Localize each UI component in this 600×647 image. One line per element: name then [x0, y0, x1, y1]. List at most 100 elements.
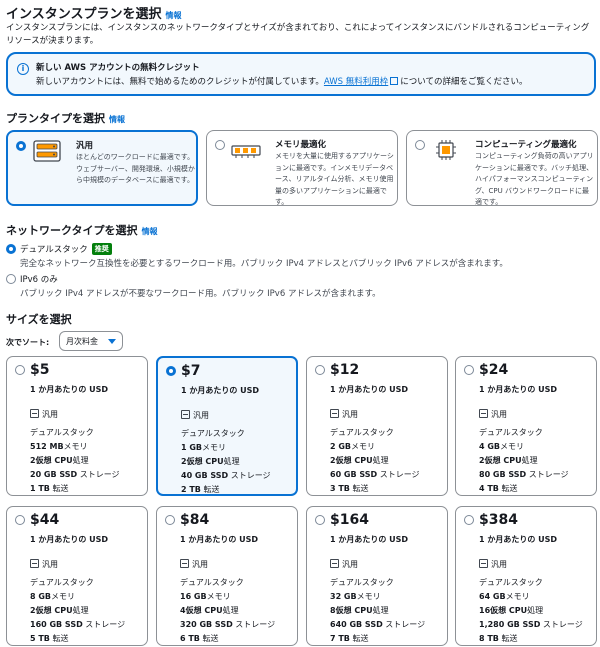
transfer-unit: 転送 — [203, 485, 220, 494]
radio-button[interactable] — [6, 244, 16, 254]
size-card[interactable]: $44 1 か月あたりの USD 汎用 デュアルスタック 8 GBメモリ 2仮想 CPU処… — [6, 506, 148, 646]
size-card[interactable]: $24 1 か月あたりの USD 汎用 デュアルスタック 4 GBメモリ 2仮想 CPU処… — [455, 356, 597, 496]
network-spec: デュアルスタック — [330, 578, 394, 587]
size-card[interactable]: $5 1 か月あたりの USD 汎用 デュアルスタック 512 MBメモリ 2仮想 CPU… — [6, 356, 148, 496]
cpu-spec: 4仮想 CPU処理 — [180, 605, 239, 616]
radio-button[interactable] — [415, 140, 425, 150]
plan-title: 汎用 — [76, 141, 94, 151]
network-option-ipv6-only[interactable]: IPv6 のみ パブリック IPv4 アドレスが不要なワークロード用。パブリック… — [6, 273, 566, 299]
free-tier-link[interactable]: AWS 無料利用枠 — [324, 77, 388, 87]
cpu-value: 2仮想 CPU — [181, 457, 224, 466]
radio-button[interactable] — [215, 140, 225, 150]
radio-button[interactable] — [464, 515, 474, 525]
recommended-badge: 推奨 — [91, 243, 112, 255]
plan-title: メモリ最適化 — [275, 140, 327, 150]
storage-unit: ストレージ — [542, 620, 583, 629]
plan-desc: メモリを大量に使用するアプリケーションに最適です。インメモリデータベース、リアル… — [275, 152, 394, 206]
radio-button[interactable] — [315, 365, 325, 375]
size-card[interactable]: $384 1 か月あたりの USD 汎用 デュアルスタック 64 GBメモリ 16仮想 C… — [455, 506, 597, 646]
network-spec: デュアルスタック — [30, 578, 94, 587]
plan-type-label: 汎用 — [342, 560, 358, 569]
memory-value: 64 GB — [479, 592, 506, 601]
server-icon — [180, 559, 189, 568]
cpu-value: 2仮想 CPU — [30, 606, 73, 615]
transfer-value: 5 TB — [30, 634, 50, 643]
radio-button[interactable] — [6, 274, 16, 284]
price-unit: 1 か月あたりの USD — [479, 535, 558, 544]
storage-unit: ストレージ — [235, 620, 276, 629]
radio-button[interactable] — [464, 365, 474, 375]
transfer-value: 6 TB — [180, 634, 200, 643]
storage-value: 640 GB SSD — [330, 620, 383, 629]
price: $5 — [30, 362, 50, 378]
storage-spec: 320 GB SSD ストレージ — [180, 619, 275, 630]
transfer-value: 1 TB — [30, 484, 50, 493]
cpu-value: 16仮想 CPU — [479, 606, 528, 615]
transfer-spec: 7 TB 転送 — [330, 633, 368, 644]
radio-button[interactable] — [16, 141, 26, 151]
size-card[interactable]: $12 1 か月あたりの USD 汎用 デュアルスタック 2 GBメモリ 2仮想 CPU処… — [306, 356, 448, 496]
cpu-spec: 16仮想 CPU処理 — [479, 605, 543, 616]
info-link[interactable]: 情報 — [109, 115, 125, 124]
plan-type-row: 汎用 — [181, 410, 209, 421]
plan-type-row: 汎用 — [330, 559, 358, 570]
price-unit: 1 か月あたりの USD — [30, 385, 109, 394]
cpu-unit: 処理 — [72, 606, 89, 615]
cpu-spec: 2仮想 CPU処理 — [330, 455, 389, 466]
cpu-value: 4仮想 CPU — [180, 606, 223, 615]
memory-unit: メモリ — [500, 442, 525, 451]
memory-spec: 512 MBメモリ — [30, 441, 88, 452]
transfer-unit: 転送 — [352, 634, 369, 643]
plan-type-row: 汎用 — [479, 409, 507, 420]
caret-down-icon — [108, 339, 116, 344]
transfer-value: 2 TB — [181, 485, 201, 494]
transfer-value: 8 TB — [479, 634, 499, 643]
server-icon — [30, 409, 39, 418]
network-type-heading: ネットワークタイプを選択 情報 — [6, 222, 158, 238]
memory-unit: メモリ — [63, 442, 88, 451]
plan-desc: コンピューティング負荷の高いアプリケーションに最適です。バッチ処理、ハイパフォー… — [475, 152, 594, 206]
plan-type-label: 汎用 — [491, 410, 507, 419]
cpu-value: 2仮想 CPU — [30, 456, 73, 465]
plan-type-row: 汎用 — [180, 559, 208, 570]
memory-value: 4 GB — [479, 442, 501, 451]
cpu-spec: 8仮想 CPU処理 — [330, 605, 389, 616]
memory-value: 1 GB — [181, 443, 203, 452]
plan-compute-optimized[interactable]: コンピューティング最適化 コンピューティング負荷の高いアプリケーションに最適です… — [406, 130, 598, 206]
page-title-text: インスタンスプランを選択 — [6, 7, 162, 22]
price: $84 — [180, 512, 210, 528]
memory-chip-icon — [231, 145, 261, 158]
memory-spec: 16 GBメモリ — [180, 591, 231, 602]
cpu-spec: 2仮想 CPU処理 — [479, 455, 538, 466]
radio-button[interactable] — [166, 366, 176, 376]
plan-general-purpose[interactable]: 汎用 ほとんどのワークロードに最適です。ウェブサーバー、開発環境、小規模から中規… — [6, 130, 198, 206]
plan-type-label: 汎用 — [42, 410, 58, 419]
size-card[interactable]: $7 1 か月あたりの USD 汎用 デュアルスタック 1 GBメモリ 2仮想 CPU処理… — [156, 356, 298, 496]
transfer-spec: 6 TB 転送 — [180, 633, 218, 644]
size-card[interactable]: $84 1 か月あたりの USD 汎用 デュアルスタック 16 GBメモリ 4仮想 CPU… — [156, 506, 298, 646]
alert-body: 新しいアカウントには、無料で始めるためのクレジットが付属しています。AWS 無料… — [36, 75, 528, 87]
storage-spec: 20 GB SSD ストレージ — [30, 469, 120, 480]
size-heading: サイズを選択 — [6, 313, 72, 326]
cpu-value: 2仮想 CPU — [479, 456, 522, 465]
storage-value: 160 GB SSD — [30, 620, 83, 629]
transfer-unit: 転送 — [52, 484, 69, 493]
size-card[interactable]: $164 1 か月あたりの USD 汎用 デュアルスタック 32 GBメモリ 8仮想 CP… — [306, 506, 448, 646]
alert-body-suffix: についての詳細をご覧ください。 — [400, 77, 528, 87]
network-option-dual-stack[interactable]: デュアルスタック 推奨 完全なネットワーク互換性を必要とするワークロード用。パブリ… — [6, 243, 566, 269]
server-icon — [181, 410, 190, 419]
radio-button[interactable] — [315, 515, 325, 525]
info-link[interactable]: 情報 — [165, 11, 181, 20]
sort-select[interactable]: 月次料金 — [59, 331, 123, 351]
info-link[interactable]: 情報 — [142, 227, 158, 236]
sort-select-value: 月次料金 — [66, 337, 98, 346]
free-credit-alert: i 新しい AWS アカウントの無料クレジット 新しいアカウントには、無料で始め… — [6, 52, 596, 96]
network-spec: デュアルスタック — [479, 578, 543, 587]
storage-value: 40 GB SSD — [181, 471, 229, 480]
plan-memory-optimized[interactable]: メモリ最適化 メモリを大量に使用するアプリケーションに最適です。インメモリデータ… — [206, 130, 398, 206]
radio-button[interactable] — [15, 515, 25, 525]
memory-value: 32 GB — [330, 592, 357, 601]
radio-button[interactable] — [165, 515, 175, 525]
transfer-unit: 転送 — [52, 634, 69, 643]
radio-button[interactable] — [15, 365, 25, 375]
